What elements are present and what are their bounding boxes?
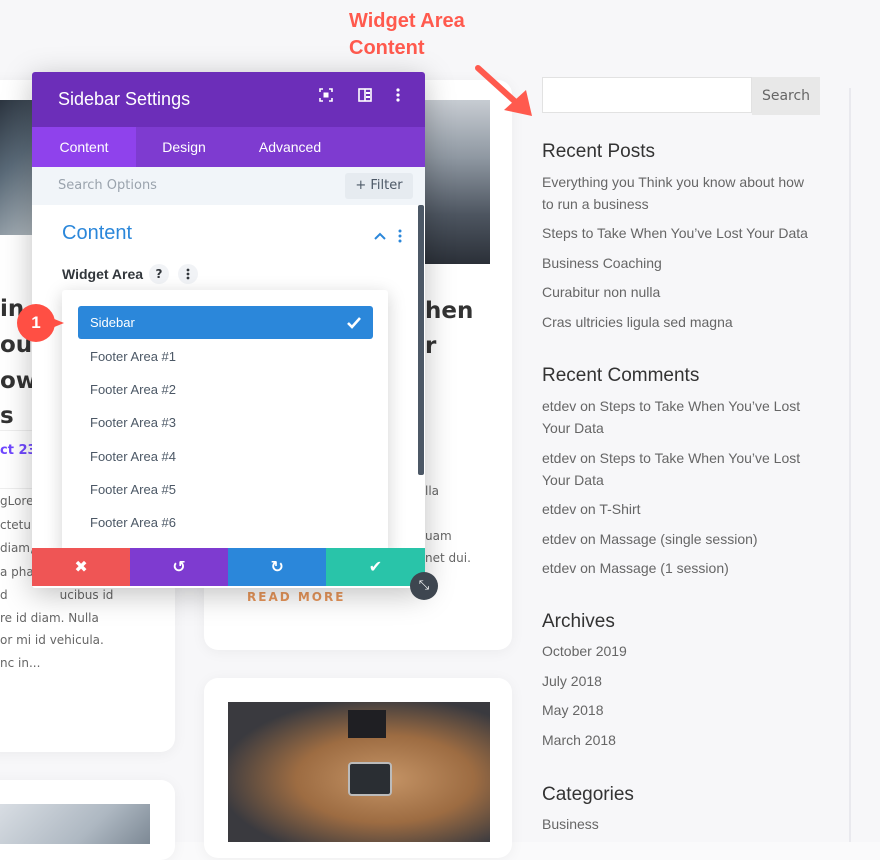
post-image-meeting [228,702,490,842]
search-button[interactable]: Search [752,77,820,115]
excerpt-fragment: lla [425,484,440,498]
undo-icon: ↺ [172,557,186,576]
tab-design[interactable]: Design [136,127,232,167]
annotation-line-2: Content [349,37,425,59]
help-icon[interactable]: ? [149,264,169,284]
recent-comment-link[interactable]: etdev on Massage (1 session) [542,557,729,579]
modal-action-bar: ✖ ↺ ↻ ✔ [32,548,425,586]
dropdown-option[interactable]: Footer Area #6 [78,506,373,539]
excerpt-fragment: re id diam. Nulla [0,611,99,625]
callout-number: 1 [31,313,41,332]
post-image-left-bottom [0,804,150,844]
chevron-up-icon[interactable] [373,228,387,242]
recent-comment-link[interactable]: etdev on T-Shirt [542,498,641,520]
excerpt-fragment: diam, [0,541,34,555]
recent-comment-link[interactable]: etdev on Massage (single session) [542,528,758,550]
redo-icon: ↻ [270,557,284,576]
search-options-input[interactable]: Search Options [58,167,157,205]
category-link[interactable]: Business [542,813,599,835]
excerpt-fragment: uam [425,529,452,543]
dropdown-option-sidebar[interactable]: Sidebar [78,306,373,339]
fullscreen-icon[interactable] [316,88,336,108]
dropdown-option[interactable]: Footer Area #1 [78,340,373,373]
section-title[interactable]: Content [62,222,132,245]
excerpt-fragment: ctetur [0,518,36,532]
recent-comments-title: Recent Comments [542,365,700,386]
discard-button[interactable]: ✖ [32,548,131,586]
archive-link[interactable]: July 2018 [542,670,602,692]
annotation-line-1: Widget Area [349,10,465,32]
filter-button[interactable]: + Filter [345,173,413,199]
resize-handle-icon[interactable]: ⤡ [410,572,438,600]
archive-link[interactable]: May 2018 [542,699,603,721]
notebook-graphic [348,710,386,738]
dropdown-option[interactable]: Footer Area #2 [78,373,373,406]
recent-post-link[interactable]: to run a business [542,193,649,215]
excerpt-fragment: gLore [0,494,34,508]
widget-area-dropdown[interactable]: Sidebar Footer Area #1 Footer Area #2 Fo… [62,290,388,554]
annotation-arrow-icon [475,65,532,116]
recent-post-link[interactable]: Cras ultricies ligula sed magna [542,311,733,333]
tablet-graphic [348,762,392,796]
post-title-fragment: s [0,403,14,429]
tab-advanced[interactable]: Advanced [232,127,348,167]
widget-area-label: Widget Area [62,266,144,282]
archives-title: Archives [542,611,615,632]
recent-comment-link[interactable]: etdev on Steps to Take When You’ve Lost [542,447,800,469]
tab-content[interactable]: Content [32,127,136,167]
divider [0,488,34,489]
section-more-icon[interactable] [398,228,406,243]
annotation-label: Widget Area Content [349,8,465,62]
archive-link[interactable]: October 2019 [542,640,627,662]
redo-button[interactable]: ↻ [228,548,327,586]
post-image-middle [425,100,490,264]
recent-post-link[interactable]: Steps to Take When You’ve Lost Your Data [542,222,808,244]
divider [0,430,34,431]
more-options-icon[interactable] [388,88,408,108]
recent-comment-link[interactable]: Your Data [542,417,604,439]
field-options-icon[interactable] [178,264,198,284]
recent-comment-link[interactable]: Your Data [542,469,604,491]
excerpt-fragment: or mi id vehicula. [0,633,104,647]
option-label: Sidebar [90,315,135,330]
read-more-link[interactable]: READ MORE [247,590,345,604]
modal-scrollbar[interactable] [418,205,424,475]
recent-post-link[interactable]: Everything you Think you know about how [542,171,804,193]
recent-post-link[interactable]: Curabitur non nulla [542,281,660,303]
dropdown-option[interactable]: Footer Area #5 [78,473,373,506]
search-input[interactable] [542,77,752,113]
post-image-left [0,100,34,235]
recent-posts-title: Recent Posts [542,141,655,162]
post-title-fragment: hen [425,298,474,324]
dropdown-option[interactable]: Footer Area #4 [78,440,373,473]
recent-comment-link[interactable]: etdev on Steps to Take When You’ve Lost [542,395,800,417]
recent-post-link[interactable]: Business Coaching [542,252,662,274]
post-title-fragment: r [425,333,437,359]
categories-title: Categories [542,784,634,805]
close-icon: ✖ [74,557,88,576]
archive-link[interactable]: March 2018 [542,729,616,751]
sidebar-divider [849,88,851,842]
undo-button[interactable]: ↺ [130,548,229,586]
checkmark-icon [347,317,361,329]
check-icon: ✔ [368,557,383,576]
dropdown-option[interactable]: Footer Area #3 [78,406,373,439]
modal-title: Sidebar Settings [58,89,191,109]
excerpt-fragment: nc in... [0,656,41,670]
excerpt-fragment: net dui. [425,551,471,565]
split-view-icon[interactable] [355,88,375,108]
